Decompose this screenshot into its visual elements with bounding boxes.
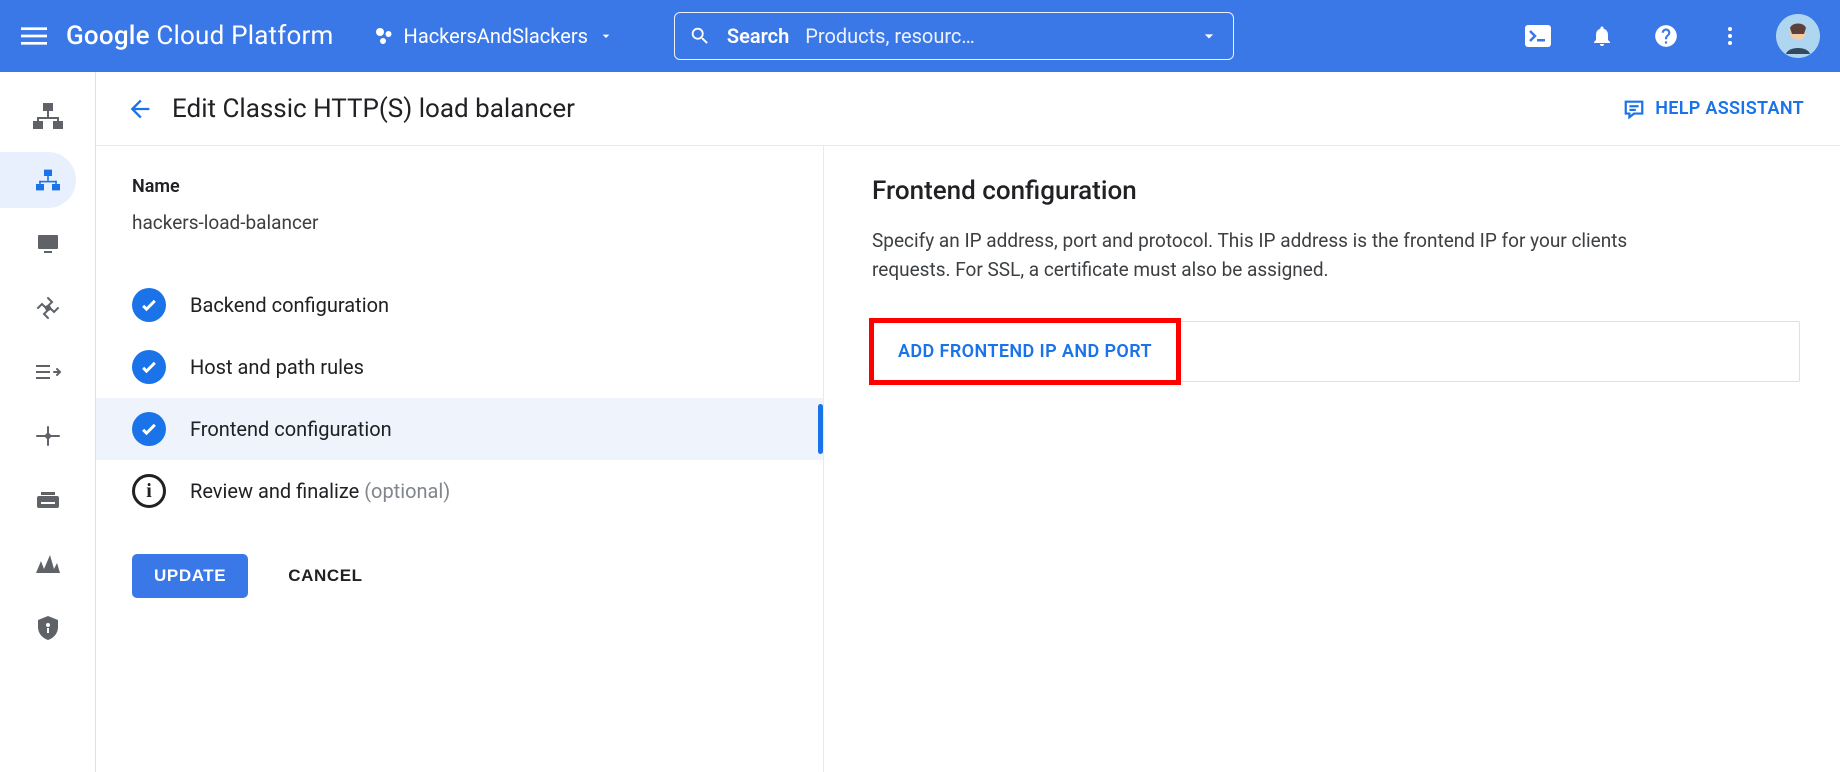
search-icon (689, 25, 711, 47)
step-label: Frontend configuration (190, 417, 392, 441)
step-optional: (optional) (364, 479, 450, 503)
project-name: HackersAndSlackers (404, 24, 588, 48)
nav-item-5[interactable] (0, 408, 76, 464)
panel-title: Frontend configuration (872, 176, 1800, 206)
nav-item-3[interactable] (0, 280, 76, 336)
step-backend-configuration[interactable]: Backend configuration (96, 274, 823, 336)
step-label: Host and path rules (190, 355, 364, 379)
step-label: Backend configuration (190, 293, 389, 317)
nav-item-load-balancing[interactable] (0, 152, 76, 208)
project-picker-icon (374, 26, 394, 46)
product-logo[interactable]: Google Cloud Platform (66, 21, 334, 51)
chevron-down-icon (598, 28, 614, 44)
chat-icon (1623, 98, 1645, 120)
top-bar: Google Cloud Platform HackersAndSlackers… (0, 0, 1840, 72)
help-assistant-button[interactable]: HELP ASSISTANT (1623, 98, 1804, 120)
nav-item-8[interactable] (0, 600, 76, 656)
step-frontend-configuration[interactable]: Frontend configuration (96, 398, 823, 460)
help-icon[interactable] (1648, 18, 1684, 54)
config-steps-panel: Name hackers-load-balancer Backend confi… (96, 146, 824, 772)
check-icon (132, 350, 166, 384)
left-nav (0, 72, 96, 772)
project-picker[interactable]: HackersAndSlackers (374, 24, 614, 48)
frontend-config-panel: Frontend configuration Specify an IP add… (824, 146, 1840, 772)
search-placeholder: Products, resourc… (805, 24, 1183, 48)
arrow-back-icon[interactable] (116, 85, 164, 133)
top-right-actions (1520, 14, 1820, 58)
help-assistant-label: HELP ASSISTANT (1655, 98, 1804, 119)
logo-text-1: Google (66, 21, 150, 51)
more-vert-icon[interactable] (1712, 18, 1748, 54)
bell-icon[interactable] (1584, 18, 1620, 54)
name-value: hackers-load-balancer (132, 211, 787, 234)
page-header: Edit Classic HTTP(S) load balancer HELP … (96, 72, 1840, 146)
nav-item-7[interactable] (0, 536, 76, 592)
page-title: Edit Classic HTTP(S) load balancer (172, 94, 575, 124)
search-label: Search (727, 24, 789, 48)
logo-text-2: Cloud Platform (156, 21, 333, 51)
search-box[interactable]: Search Products, resourc… (674, 12, 1234, 60)
name-label: Name (132, 176, 787, 197)
info-icon: i (132, 474, 166, 508)
nav-item-2[interactable] (0, 216, 76, 272)
chevron-down-icon[interactable] (1199, 26, 1219, 46)
step-host-path-rules[interactable]: Host and path rules (96, 336, 823, 398)
add-frontend-row: ADD FRONTEND IP AND PORT (872, 321, 1800, 382)
step-review-finalize[interactable]: i Review and finalize (optional) (96, 460, 823, 522)
step-label: Review and finalize (190, 479, 359, 503)
cancel-button[interactable]: CANCEL (288, 566, 362, 586)
panel-description: Specify an IP address, port and protocol… (872, 226, 1672, 285)
add-frontend-ip-port-button[interactable]: ADD FRONTEND IP AND PORT (869, 318, 1181, 385)
hamburger-icon[interactable] (10, 12, 58, 60)
avatar[interactable] (1776, 14, 1820, 58)
check-icon (132, 412, 166, 446)
check-icon (132, 288, 166, 322)
cloud-shell-icon[interactable] (1520, 18, 1556, 54)
nav-item-6[interactable] (0, 472, 76, 528)
main: Edit Classic HTTP(S) load balancer HELP … (96, 72, 1840, 772)
update-button[interactable]: UPDATE (132, 554, 248, 598)
nav-item-4[interactable] (0, 344, 76, 400)
nav-item-network-services[interactable] (0, 88, 76, 144)
